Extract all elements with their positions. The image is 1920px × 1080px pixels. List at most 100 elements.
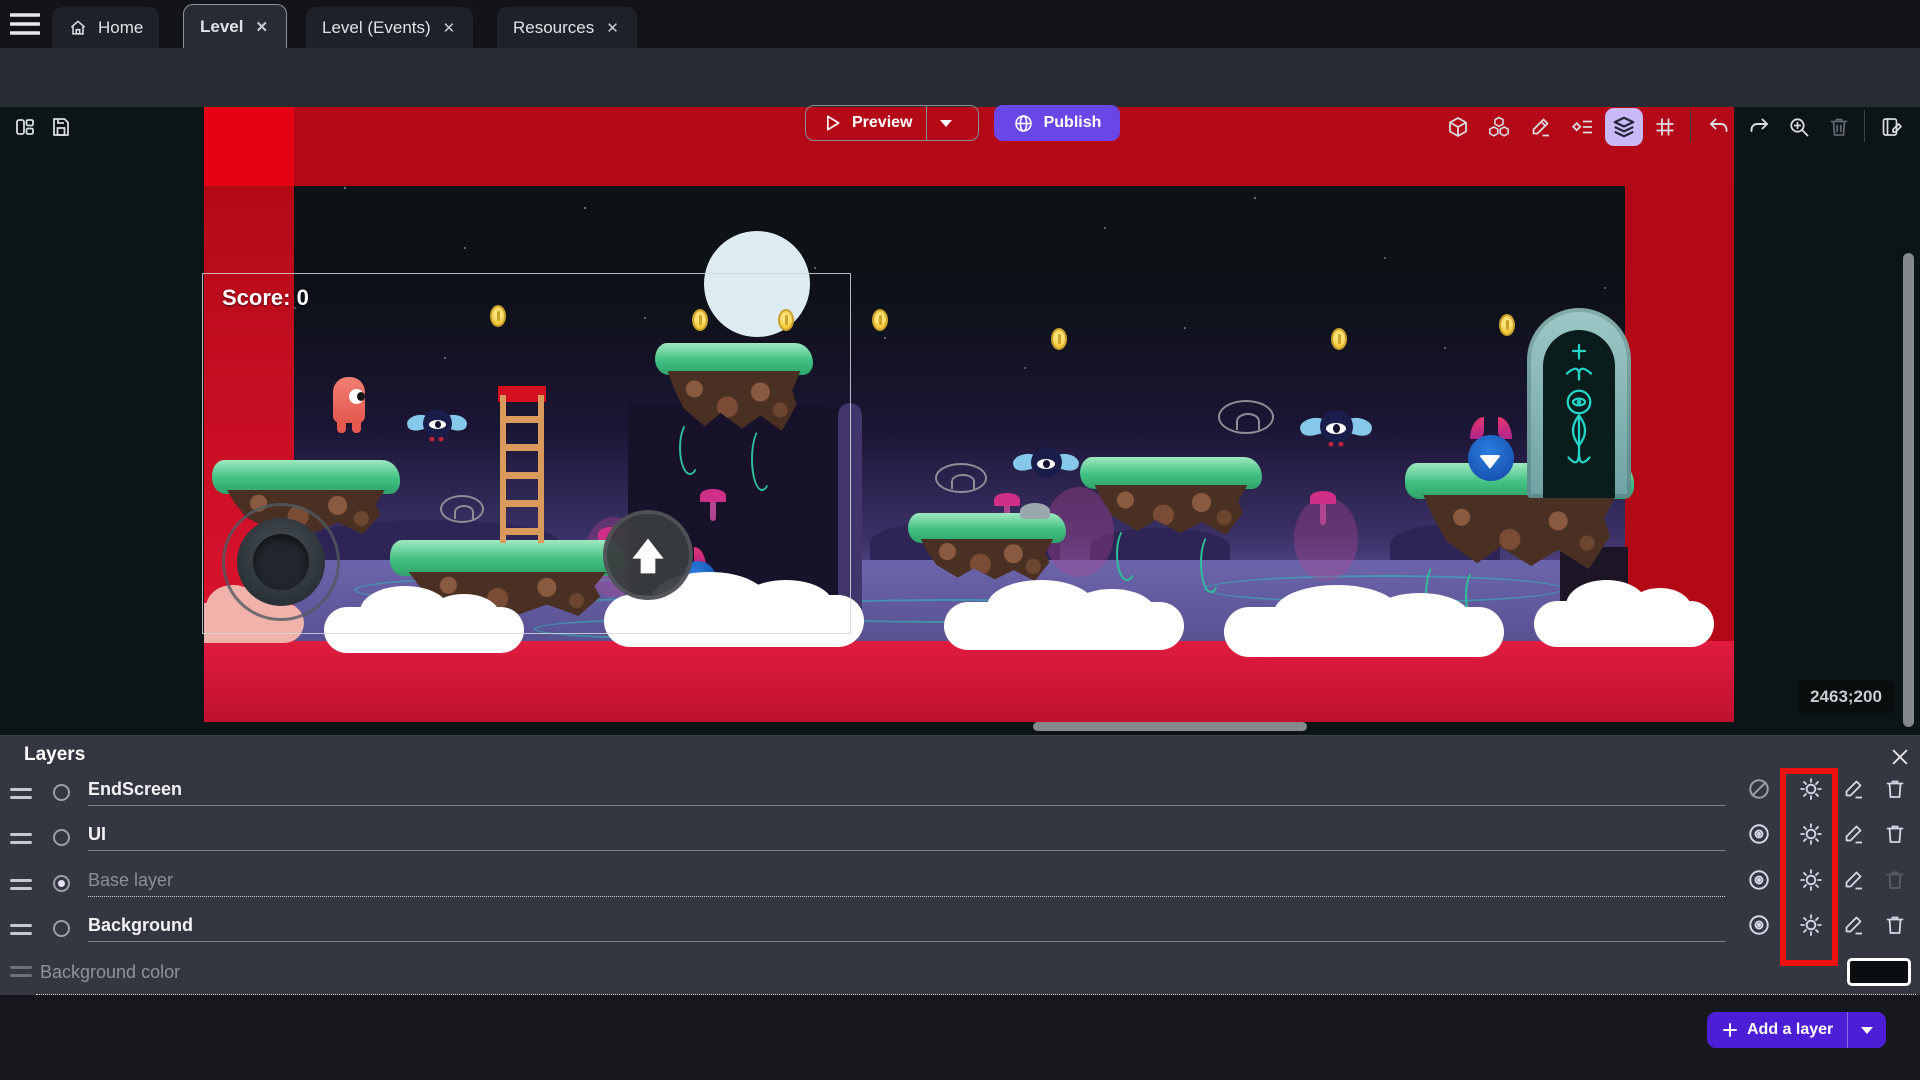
gate-ornament [1555,339,1603,489]
delete-layer-icon[interactable] [1883,822,1907,846]
platform[interactable] [1080,457,1262,597]
lighting-icon[interactable] [1799,868,1823,892]
rename-layer-icon[interactable] [1842,822,1866,846]
layer-row-ui [0,819,1920,863]
lighting-icon[interactable] [1799,777,1823,801]
rock-decoration [1020,503,1050,519]
tab-resources[interactable]: Resources ✕ [497,7,637,48]
eye-outline-decoration [1218,400,1274,434]
coin[interactable] [1499,314,1515,336]
close-tab-icon[interactable]: ✕ [253,18,270,36]
close-panel-icon[interactable] [1890,747,1912,769]
gate-interior [1543,330,1615,498]
pencil-icon[interactable] [1528,114,1554,140]
vertical-scrollbar[interactable] [1903,253,1914,727]
edit-scene-properties-icon[interactable] [1879,114,1905,140]
undo-icon[interactable] [1706,114,1732,140]
layer-name-input[interactable] [88,910,1725,942]
background-color-label: Background color [40,962,180,983]
mushroom-glow [1294,497,1358,581]
layer-name-input[interactable] [88,774,1725,806]
score-text: Score: 0 [222,285,309,311]
panel-title: Layers [24,744,85,766]
grid-icon[interactable] [1652,114,1678,140]
toolbar-divider [1864,110,1865,142]
eye-icon[interactable] [1747,822,1771,846]
horned-monster[interactable] [1468,417,1514,481]
gate-arch[interactable] [1527,308,1631,498]
layer-name-input[interactable] [88,819,1725,851]
plus-icon [1721,1021,1739,1039]
globe-icon [1013,113,1034,134]
close-tab-icon[interactable]: ✕ [604,19,621,37]
background-color-swatch[interactable] [1847,958,1911,986]
delete-layer-icon[interactable] [1883,777,1907,801]
layer-name-input[interactable] [88,865,1725,897]
eye-icon[interactable] [1747,913,1771,937]
add-layer-button[interactable]: Add a layer [1707,1012,1886,1048]
drag-handle-icon[interactable] [10,788,32,802]
drag-handle-icon[interactable] [10,924,32,938]
tab-label: Resources [513,18,594,38]
bat-enemy[interactable] [1300,408,1372,454]
layers-icon[interactable] [1605,108,1643,146]
layer-radio-selected[interactable] [53,875,70,892]
scene-editor-canvas[interactable]: Score: 0 2463;200 [0,107,1920,735]
mushroom [994,493,1020,506]
tab-bar: Home Level ✕ Level (Events) ✕ Resources … [0,0,1920,48]
eye-icon[interactable] [1747,868,1771,892]
rename-layer-icon[interactable] [1842,868,1866,892]
preview-label: Preview [852,114,912,132]
trash-icon [1826,114,1852,140]
zoom-in-icon[interactable] [1786,114,1812,140]
close-tab-icon[interactable]: ✕ [441,19,458,37]
3d-box-icon[interactable] [1445,114,1471,140]
layers-panel: Layers [0,735,1920,995]
cloud [944,602,1184,650]
tab-level-events[interactable]: Level (Events) ✕ [306,7,473,48]
publish-button[interactable]: Publish [994,105,1120,141]
drag-handle-icon[interactable] [10,879,32,893]
bat-enemy[interactable] [1013,445,1079,487]
coin[interactable] [872,309,888,331]
hamburger-menu-icon[interactable] [10,13,40,35]
eye-off-icon[interactable] [1747,777,1771,801]
tab-label: Level (Events) [322,18,431,38]
bottom-bar: Add a layer [0,995,1920,1080]
layer-row-endscreen [0,774,1920,818]
cloud [1534,601,1714,647]
tab-level[interactable]: Level ✕ [183,4,287,48]
save-icon[interactable] [48,114,74,140]
cloud [1224,607,1504,657]
preview-dropdown-button[interactable] [927,106,965,140]
object-groups-icon[interactable] [1486,114,1512,140]
layer-radio[interactable] [53,784,70,801]
home-icon [68,18,88,38]
lighting-icon[interactable] [1799,822,1823,846]
mushroom [1310,491,1336,504]
rename-layer-icon[interactable] [1842,913,1866,937]
publish-label: Publish [1044,114,1102,132]
tab-home[interactable]: Home [52,7,159,48]
drag-handle-icon[interactable] [10,833,32,847]
coin[interactable] [1331,328,1347,350]
coin[interactable] [1051,328,1067,350]
project-manager-icon[interactable] [12,114,38,140]
tab-label: Level [200,17,243,37]
chevron-down-icon [940,120,952,127]
cursor-coordinates-badge: 2463;200 [1798,680,1894,713]
drag-handle-icon [10,966,32,980]
layer-row-base-layer [0,865,1920,909]
layer-radio[interactable] [53,920,70,937]
redo-icon[interactable] [1746,114,1772,140]
preview-button[interactable]: Preview [805,105,979,141]
lighting-icon[interactable] [1799,913,1823,937]
horizontal-scrollbar[interactable] [1033,722,1307,731]
rename-layer-icon[interactable] [1842,777,1866,801]
add-layer-dropdown-button[interactable] [1848,1012,1886,1048]
delete-layer-icon[interactable] [1883,913,1907,937]
instances-list-icon[interactable] [1570,114,1596,140]
layer-radio[interactable] [53,829,70,846]
toolbar: Preview Publish [0,48,1920,107]
toolbar-divider [1690,110,1691,142]
